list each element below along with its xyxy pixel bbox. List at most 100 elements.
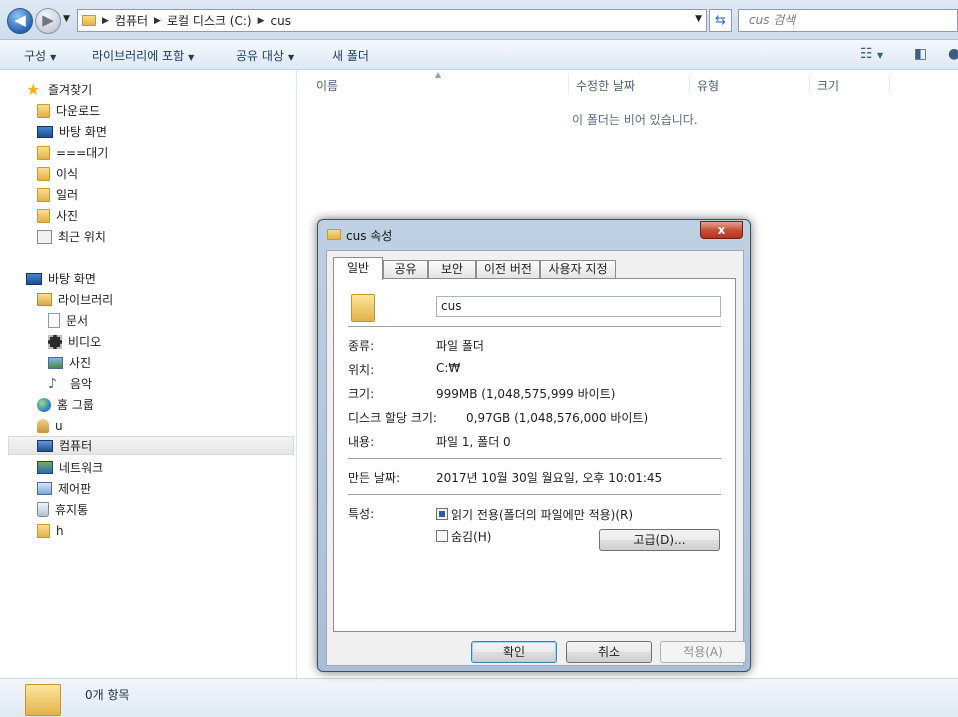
dialog-title: cus 속성 <box>346 229 393 243</box>
nav-desktop[interactable]: 바탕 화면 <box>26 269 96 288</box>
network-icon <box>37 461 53 474</box>
dialog-body: 일반 공유 보안 이전 버전 사용자 지정 cus 종류: 파일 폴더 위치: … <box>326 250 746 666</box>
help-icon[interactable]: ● <box>948 46 958 62</box>
recycle-bin-icon <box>37 502 49 517</box>
breadcrumb-computer[interactable]: 컴퓨터 <box>115 12 148 29</box>
breadcrumb-local-disk[interactable]: 로컬 디스크 (C:) <box>167 12 252 29</box>
nav-pictures[interactable]: 사진 <box>48 353 91 372</box>
size-label: 크기: <box>348 387 375 401</box>
video-icon <box>48 334 62 349</box>
chevron-right-icon[interactable]: ▶ <box>102 16 109 26</box>
folder-icon <box>37 187 50 202</box>
nav-favorites[interactable]: ★ 즐겨찾기 <box>26 80 92 99</box>
chevron-right-icon[interactable]: ▶ <box>258 16 265 26</box>
folder-icon <box>37 145 50 160</box>
nav-user-u[interactable]: u <box>37 416 63 435</box>
tab-security[interactable]: 보안 <box>428 260 476 279</box>
address-dropdown-icon[interactable]: ▼ <box>695 14 702 24</box>
apply-button[interactable]: 적용(A) <box>660 641 746 663</box>
readonly-label[interactable]: 읽기 전용(폴더의 파일에만 적용)(R) <box>451 506 633 523</box>
details-pane: 0개 항목 <box>0 678 958 717</box>
contains-value: 파일 1, 폴더 0 <box>436 435 511 449</box>
include-library-menu[interactable]: 라이브러리에 포함 ▼ <box>92 47 194 64</box>
tab-customize[interactable]: 사용자 지정 <box>540 260 616 279</box>
nav-computer[interactable]: 컴퓨터 <box>8 436 294 455</box>
nav-videos[interactable]: 비디오 <box>48 332 101 351</box>
folder-name-field[interactable]: cus <box>436 296 721 317</box>
folder-icon <box>25 684 61 716</box>
chevron-right-icon[interactable]: ▶ <box>154 16 161 26</box>
column-type[interactable]: 유형 <box>697 77 719 94</box>
nav-h[interactable]: h <box>37 521 64 540</box>
column-date-modified[interactable]: 수정한 날짜 <box>576 77 635 94</box>
cancel-button[interactable]: 취소 <box>566 641 652 663</box>
desktop-icon <box>26 272 42 285</box>
download-folder-icon <box>37 103 50 118</box>
column-divider[interactable] <box>889 74 890 94</box>
column-name[interactable]: 이름 <box>316 77 338 94</box>
navigation-pane: ★ 즐겨찾기 다운로드 바탕 화면 ===대기 이식 일러 사진 최근 위치 바탕… <box>0 70 297 678</box>
contains-label: 내용: <box>348 435 375 449</box>
column-divider[interactable] <box>809 74 810 94</box>
control-panel-icon <box>37 482 52 495</box>
nav-network[interactable]: 네트워크 <box>37 458 103 477</box>
tab-general[interactable]: 일반 <box>333 257 383 280</box>
column-divider[interactable] <box>689 74 690 94</box>
address-input[interactable]: ▶ 컴퓨터 ▶ 로컬 디스크 (C:) ▶ cus ▼ <box>77 9 707 32</box>
history-dropdown-icon[interactable]: ▼ <box>63 14 70 24</box>
properties-dialog: cus 속성 x 일반 공유 보안 이전 버전 사용자 지정 cus 종류: 파… <box>317 219 751 672</box>
new-folder-button[interactable]: 새 폴더 <box>332 47 369 64</box>
address-bar: ◀ ▶ ▼ ▶ 컴퓨터 ▶ 로컬 디스크 (C:) ▶ cus ▼ ⇆ cus … <box>0 0 958 40</box>
refresh-icon[interactable]: ⇆ <box>709 9 732 32</box>
nav-music[interactable]: ♪ 음악 <box>48 374 92 393</box>
desktop-icon <box>37 125 53 138</box>
nav-homegroup[interactable]: 홈 그룹 <box>37 395 94 414</box>
nav-downloads[interactable]: 다운로드 <box>37 101 100 120</box>
preview-pane-icon[interactable]: ◧ <box>914 46 927 62</box>
nav-illustrator[interactable]: 일러 <box>37 185 78 204</box>
disk-size-label: 디스크 할당 크기: <box>348 411 437 425</box>
nav-desktop-favorite[interactable]: 바탕 화면 <box>37 122 107 141</box>
forward-button[interactable]: ▶ <box>35 8 61 34</box>
music-icon: ♪ <box>48 375 57 392</box>
tab-sharing[interactable]: 공유 <box>383 260 428 279</box>
nav-transplant[interactable]: 이식 <box>37 164 78 183</box>
command-bar: 구성 ▼ 라이브러리에 포함 ▼ 공유 대상 ▼ 새 폴더 ☷ ▼ ◧ ● <box>0 40 958 70</box>
nav-photos-favorite[interactable]: 사진 <box>37 206 78 225</box>
readonly-checkbox[interactable] <box>436 508 448 520</box>
picture-icon <box>48 356 63 369</box>
divider <box>348 458 721 459</box>
computer-icon <box>37 439 53 452</box>
back-button[interactable]: ◀ <box>7 8 33 34</box>
advanced-button[interactable]: 고급(D)... <box>599 529 720 551</box>
tab-previous-versions[interactable]: 이전 버전 <box>476 260 540 279</box>
type-value: 파일 폴더 <box>436 339 484 353</box>
nav-libraries[interactable]: 라이브러리 <box>37 290 113 309</box>
breadcrumb-cus[interactable]: cus <box>271 14 291 28</box>
nav-control-panel[interactable]: 제어판 <box>37 479 91 498</box>
column-size[interactable]: 크기 <box>817 77 839 94</box>
document-icon <box>48 313 60 328</box>
nav-recycle-bin[interactable]: 휴지통 <box>37 500 88 519</box>
star-icon: ★ <box>26 79 41 99</box>
ok-button[interactable]: 확인 <box>471 641 557 663</box>
sort-up-icon: ▲ <box>435 70 442 79</box>
column-divider[interactable] <box>568 74 569 94</box>
user-folder-icon <box>37 418 49 433</box>
close-button[interactable]: x <box>700 221 743 239</box>
nav-recent-places[interactable]: 최근 위치 <box>37 227 106 246</box>
share-with-menu[interactable]: 공유 대상 ▼ <box>236 47 294 64</box>
empty-folder-message: 이 폴더는 비어 있습니다. <box>572 113 698 127</box>
view-options-icon[interactable]: ☷ ▼ <box>860 46 883 62</box>
search-input[interactable]: cus 검색 <box>738 9 958 32</box>
location-value: C:₩ <box>436 361 461 375</box>
organize-menu[interactable]: 구성 ▼ <box>24 47 56 64</box>
library-icon <box>37 293 52 306</box>
divider <box>348 326 721 327</box>
hidden-label[interactable]: 숨김(H) <box>451 528 491 545</box>
attributes-label: 특성: <box>348 507 375 521</box>
nav-documents[interactable]: 문서 <box>48 311 88 330</box>
hidden-checkbox[interactable] <box>436 530 448 542</box>
folder-icon <box>82 15 96 26</box>
nav-waiting[interactable]: ===대기 <box>37 143 108 162</box>
